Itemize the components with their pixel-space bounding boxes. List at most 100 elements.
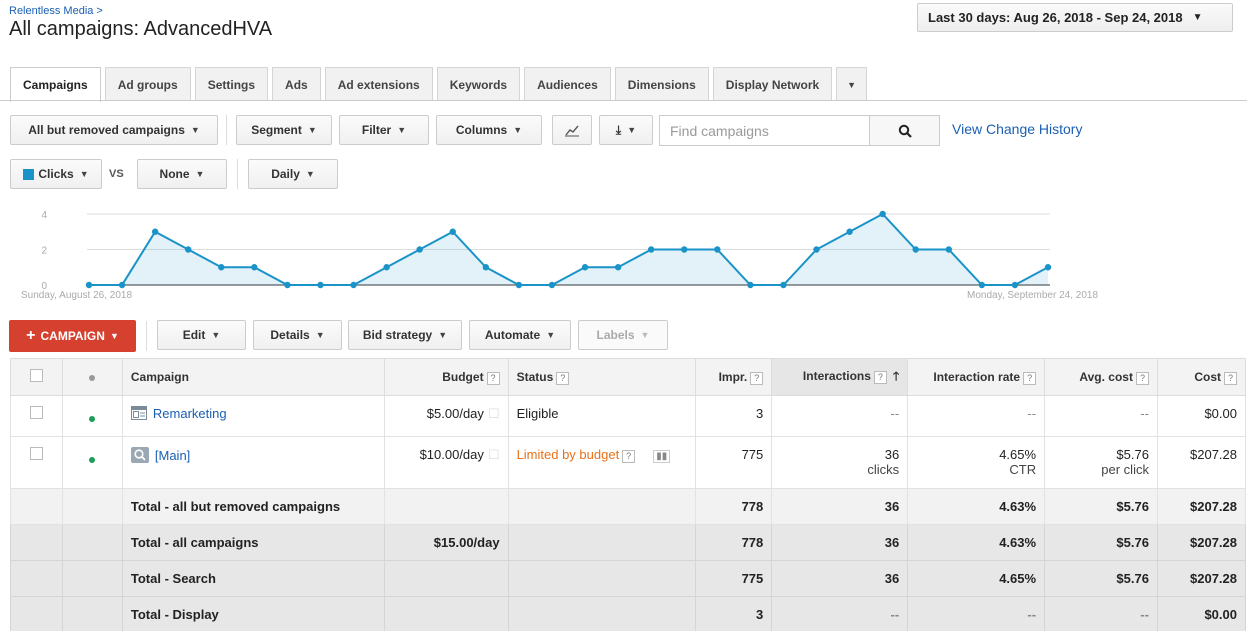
campaign-link[interactable]: [Main] xyxy=(155,448,190,463)
tab-ad-groups[interactable]: Ad groups xyxy=(104,67,191,101)
data-point[interactable] xyxy=(747,281,754,289)
data-point[interactable] xyxy=(350,281,357,289)
automate-dropdown[interactable]: Automate ▼ xyxy=(469,320,571,350)
status-cell: Eligible xyxy=(507,395,697,437)
data-point[interactable] xyxy=(482,264,490,271)
data-point[interactable] xyxy=(1044,264,1052,271)
select-all-checkbox[interactable] xyxy=(29,369,43,382)
col-avg-cost[interactable]: Avg. cost? xyxy=(1044,358,1158,396)
tab-keywords[interactable]: Keywords xyxy=(436,67,521,101)
caret-down-icon: ▼ xyxy=(640,330,650,340)
data-point[interactable] xyxy=(714,246,721,253)
tab-ads[interactable]: Ads xyxy=(272,67,321,101)
tab-audiences[interactable]: Audiences xyxy=(524,67,611,101)
data-point[interactable] xyxy=(945,246,952,253)
data-point[interactable] xyxy=(383,264,390,271)
enabled-status-icon[interactable] xyxy=(89,416,96,422)
row-checkbox[interactable] xyxy=(29,447,43,460)
row-checkbox[interactable] xyxy=(29,406,43,419)
data-point[interactable] xyxy=(780,281,787,289)
campaign-filter-dropdown[interactable]: All but removed campaigns ▼ xyxy=(10,115,218,145)
tab-dimensions[interactable]: Dimensions xyxy=(614,67,709,101)
total-label: Total - Display xyxy=(121,596,385,631)
help-icon[interactable]: ? xyxy=(486,371,500,385)
col-impr[interactable]: Impr.? xyxy=(695,358,773,396)
tab-settings[interactable]: Settings xyxy=(194,67,269,101)
help-icon[interactable]: ? xyxy=(556,371,570,385)
help-icon[interactable]: ? xyxy=(1224,371,1237,385)
more-tabs-button[interactable]: ▼ xyxy=(836,67,868,101)
data-point[interactable] xyxy=(581,264,589,271)
search-input[interactable]: Find campaigns xyxy=(659,115,870,146)
data-point[interactable] xyxy=(647,246,655,253)
data-point[interactable] xyxy=(218,264,225,271)
tab-display-network[interactable]: Display Network xyxy=(712,67,833,101)
granularity-dropdown[interactable]: Daily ▼ xyxy=(248,159,338,189)
bid-strategy-dropdown[interactable]: Bid strategy ▼ xyxy=(348,320,462,350)
total-impr: 3 xyxy=(695,596,773,631)
data-point[interactable] xyxy=(515,281,523,289)
help-icon[interactable]: ? xyxy=(1023,371,1037,385)
data-point[interactable] xyxy=(912,246,919,253)
bar-chart-icon[interactable]: ▮▮ xyxy=(653,450,671,463)
budget-value[interactable]: $10.00/day xyxy=(420,447,484,462)
col-interaction-rate[interactable]: Interaction rate? xyxy=(907,358,1046,396)
campaign-filter-label: All but removed campaigns xyxy=(28,123,185,137)
data-point[interactable] xyxy=(284,281,291,289)
status-dot-icon xyxy=(89,375,96,381)
data-point[interactable] xyxy=(118,281,126,289)
segment-dropdown[interactable]: Segment ▼ xyxy=(236,115,332,145)
col-campaign[interactable]: Campaign xyxy=(121,358,385,396)
edit-budget-icon[interactable]: ☐ xyxy=(488,447,500,462)
new-campaign-button[interactable]: + CAMPAIGN ▼ xyxy=(9,320,136,352)
toggle-graph-button[interactable] xyxy=(552,115,592,145)
data-point[interactable] xyxy=(251,264,258,271)
enabled-status-icon[interactable] xyxy=(89,457,96,463)
tab-ad-extensions[interactable]: Ad extensions xyxy=(324,67,433,101)
col-interactions[interactable]: Interactions? 🡑 xyxy=(771,358,909,396)
help-icon[interactable]: ? xyxy=(750,371,764,385)
details-dropdown[interactable]: Details ▼ xyxy=(253,320,342,350)
caret-down-icon: ▼ xyxy=(305,169,315,179)
col-cost[interactable]: Cost? xyxy=(1156,358,1247,396)
total-interactions: 36 xyxy=(771,524,909,561)
empty-cell xyxy=(10,560,63,597)
filter-dropdown[interactable]: Filter ▼ xyxy=(339,115,429,145)
data-point[interactable] xyxy=(681,246,688,253)
data-point[interactable] xyxy=(614,264,622,271)
data-point[interactable] xyxy=(978,281,986,289)
data-point[interactable] xyxy=(813,246,820,253)
data-point[interactable] xyxy=(1011,281,1019,289)
search-button[interactable] xyxy=(869,115,940,146)
view-change-history-link[interactable]: View Change History xyxy=(952,121,1082,137)
metric1-dropdown[interactable]: Clicks ▼ xyxy=(10,159,102,189)
data-point[interactable] xyxy=(449,228,456,235)
metric2-dropdown[interactable]: None ▼ xyxy=(137,159,227,189)
help-icon[interactable]: ? xyxy=(622,450,636,463)
breadcrumb[interactable]: Relentless Media > xyxy=(9,5,103,17)
help-icon[interactable]: ? xyxy=(873,370,887,384)
data-point[interactable] xyxy=(548,281,556,289)
download-button[interactable]: ⤓ ▼ xyxy=(599,115,653,145)
data-point[interactable] xyxy=(416,246,423,253)
date-range-button[interactable]: Last 30 days: Aug 26, 2018 - Sep 24, 201… xyxy=(917,3,1233,32)
tab-campaigns[interactable]: Campaigns xyxy=(10,67,101,102)
col-budget[interactable]: Budget? xyxy=(383,358,509,396)
budget-value[interactable]: $5.00/day xyxy=(427,406,484,421)
campaign-link[interactable]: Remarketing xyxy=(153,406,227,421)
edit-dropdown[interactable]: Edit ▼ xyxy=(157,320,246,350)
data-point[interactable] xyxy=(317,281,324,289)
table-row: [Main] $10.00/day ☐ Limited by budget? ▮▮ … xyxy=(10,436,1247,489)
help-icon[interactable]: ? xyxy=(1135,371,1149,385)
new-campaign-label: CAMPAIGN xyxy=(40,329,105,343)
display-campaign-icon xyxy=(130,406,147,420)
edit-budget-icon[interactable]: ☐ xyxy=(488,406,500,421)
columns-dropdown[interactable]: Columns ▼ xyxy=(436,115,542,145)
data-point[interactable] xyxy=(846,228,853,235)
data-point[interactable] xyxy=(85,281,93,289)
col-status[interactable]: Status? xyxy=(507,358,697,396)
data-point[interactable] xyxy=(185,246,192,253)
data-point[interactable] xyxy=(151,228,159,235)
data-point[interactable] xyxy=(879,210,886,218)
search-icon xyxy=(898,124,912,138)
